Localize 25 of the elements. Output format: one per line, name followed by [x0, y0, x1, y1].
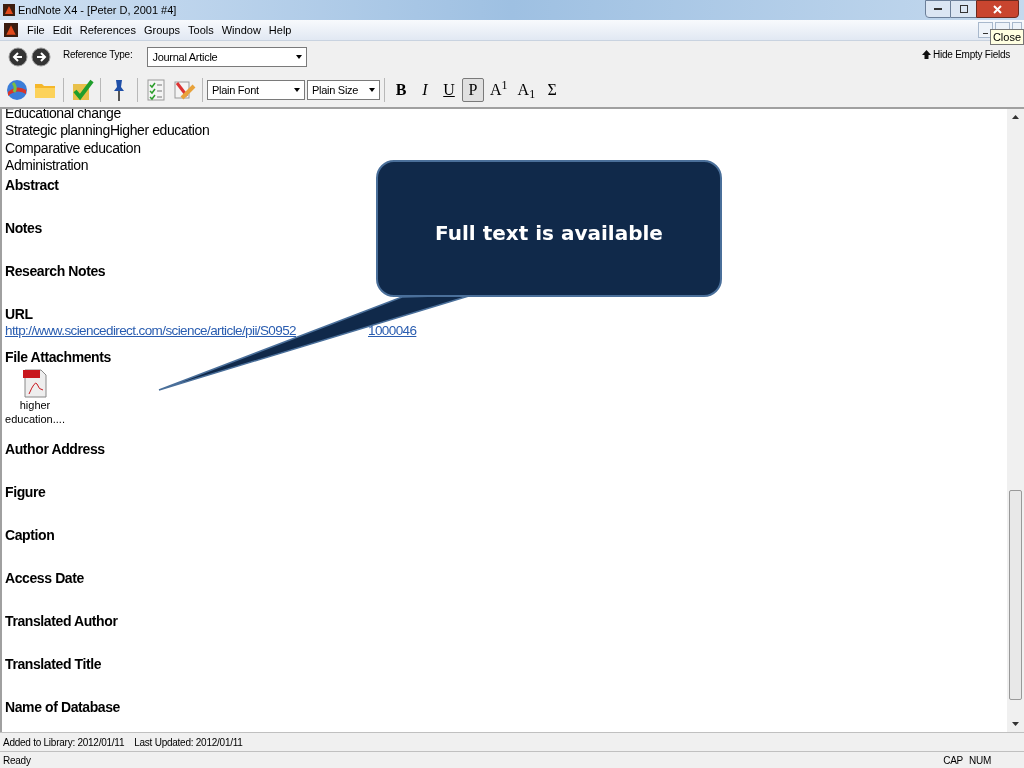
keyword-text: Comparative education: [5, 139, 141, 157]
field-label: Notes: [5, 219, 42, 238]
field-label: Abstract: [5, 176, 59, 195]
field-label: Access Date: [5, 569, 84, 588]
field-label: Translated Author: [5, 612, 118, 631]
reference-type-label: Reference Type:: [63, 47, 133, 62]
field-label: Name of Database: [5, 698, 120, 717]
caps-lock-indicator: CAP: [943, 753, 963, 768]
field-label: Translated Title: [5, 655, 102, 674]
updated-date-text: Last Updated: 2012/01/11: [134, 735, 243, 750]
keyword-text: Strategic planningHigher education: [5, 122, 210, 140]
callout-text: Full text is available: [435, 220, 663, 247]
file-name: higher education....: [5, 398, 65, 427]
window-title: EndNote X4 - [Peter D, 2001 #4]: [18, 2, 177, 18]
field-label: URL: [5, 305, 33, 324]
field-label: Figure: [5, 483, 46, 502]
tooltip: Close: [989, 29, 1024, 45]
status-text: Ready: [3, 753, 31, 768]
field-label: Author Address: [5, 440, 105, 459]
num-lock-indicator: NUM: [968, 753, 991, 768]
added-date-text: Added to Library: 2012/01/11: [3, 735, 125, 750]
keyword-text: Administration: [5, 156, 89, 175]
field-label: Caption: [5, 526, 55, 545]
field-label: File Attachments: [5, 348, 111, 367]
field-label: Research Notes: [5, 262, 106, 281]
